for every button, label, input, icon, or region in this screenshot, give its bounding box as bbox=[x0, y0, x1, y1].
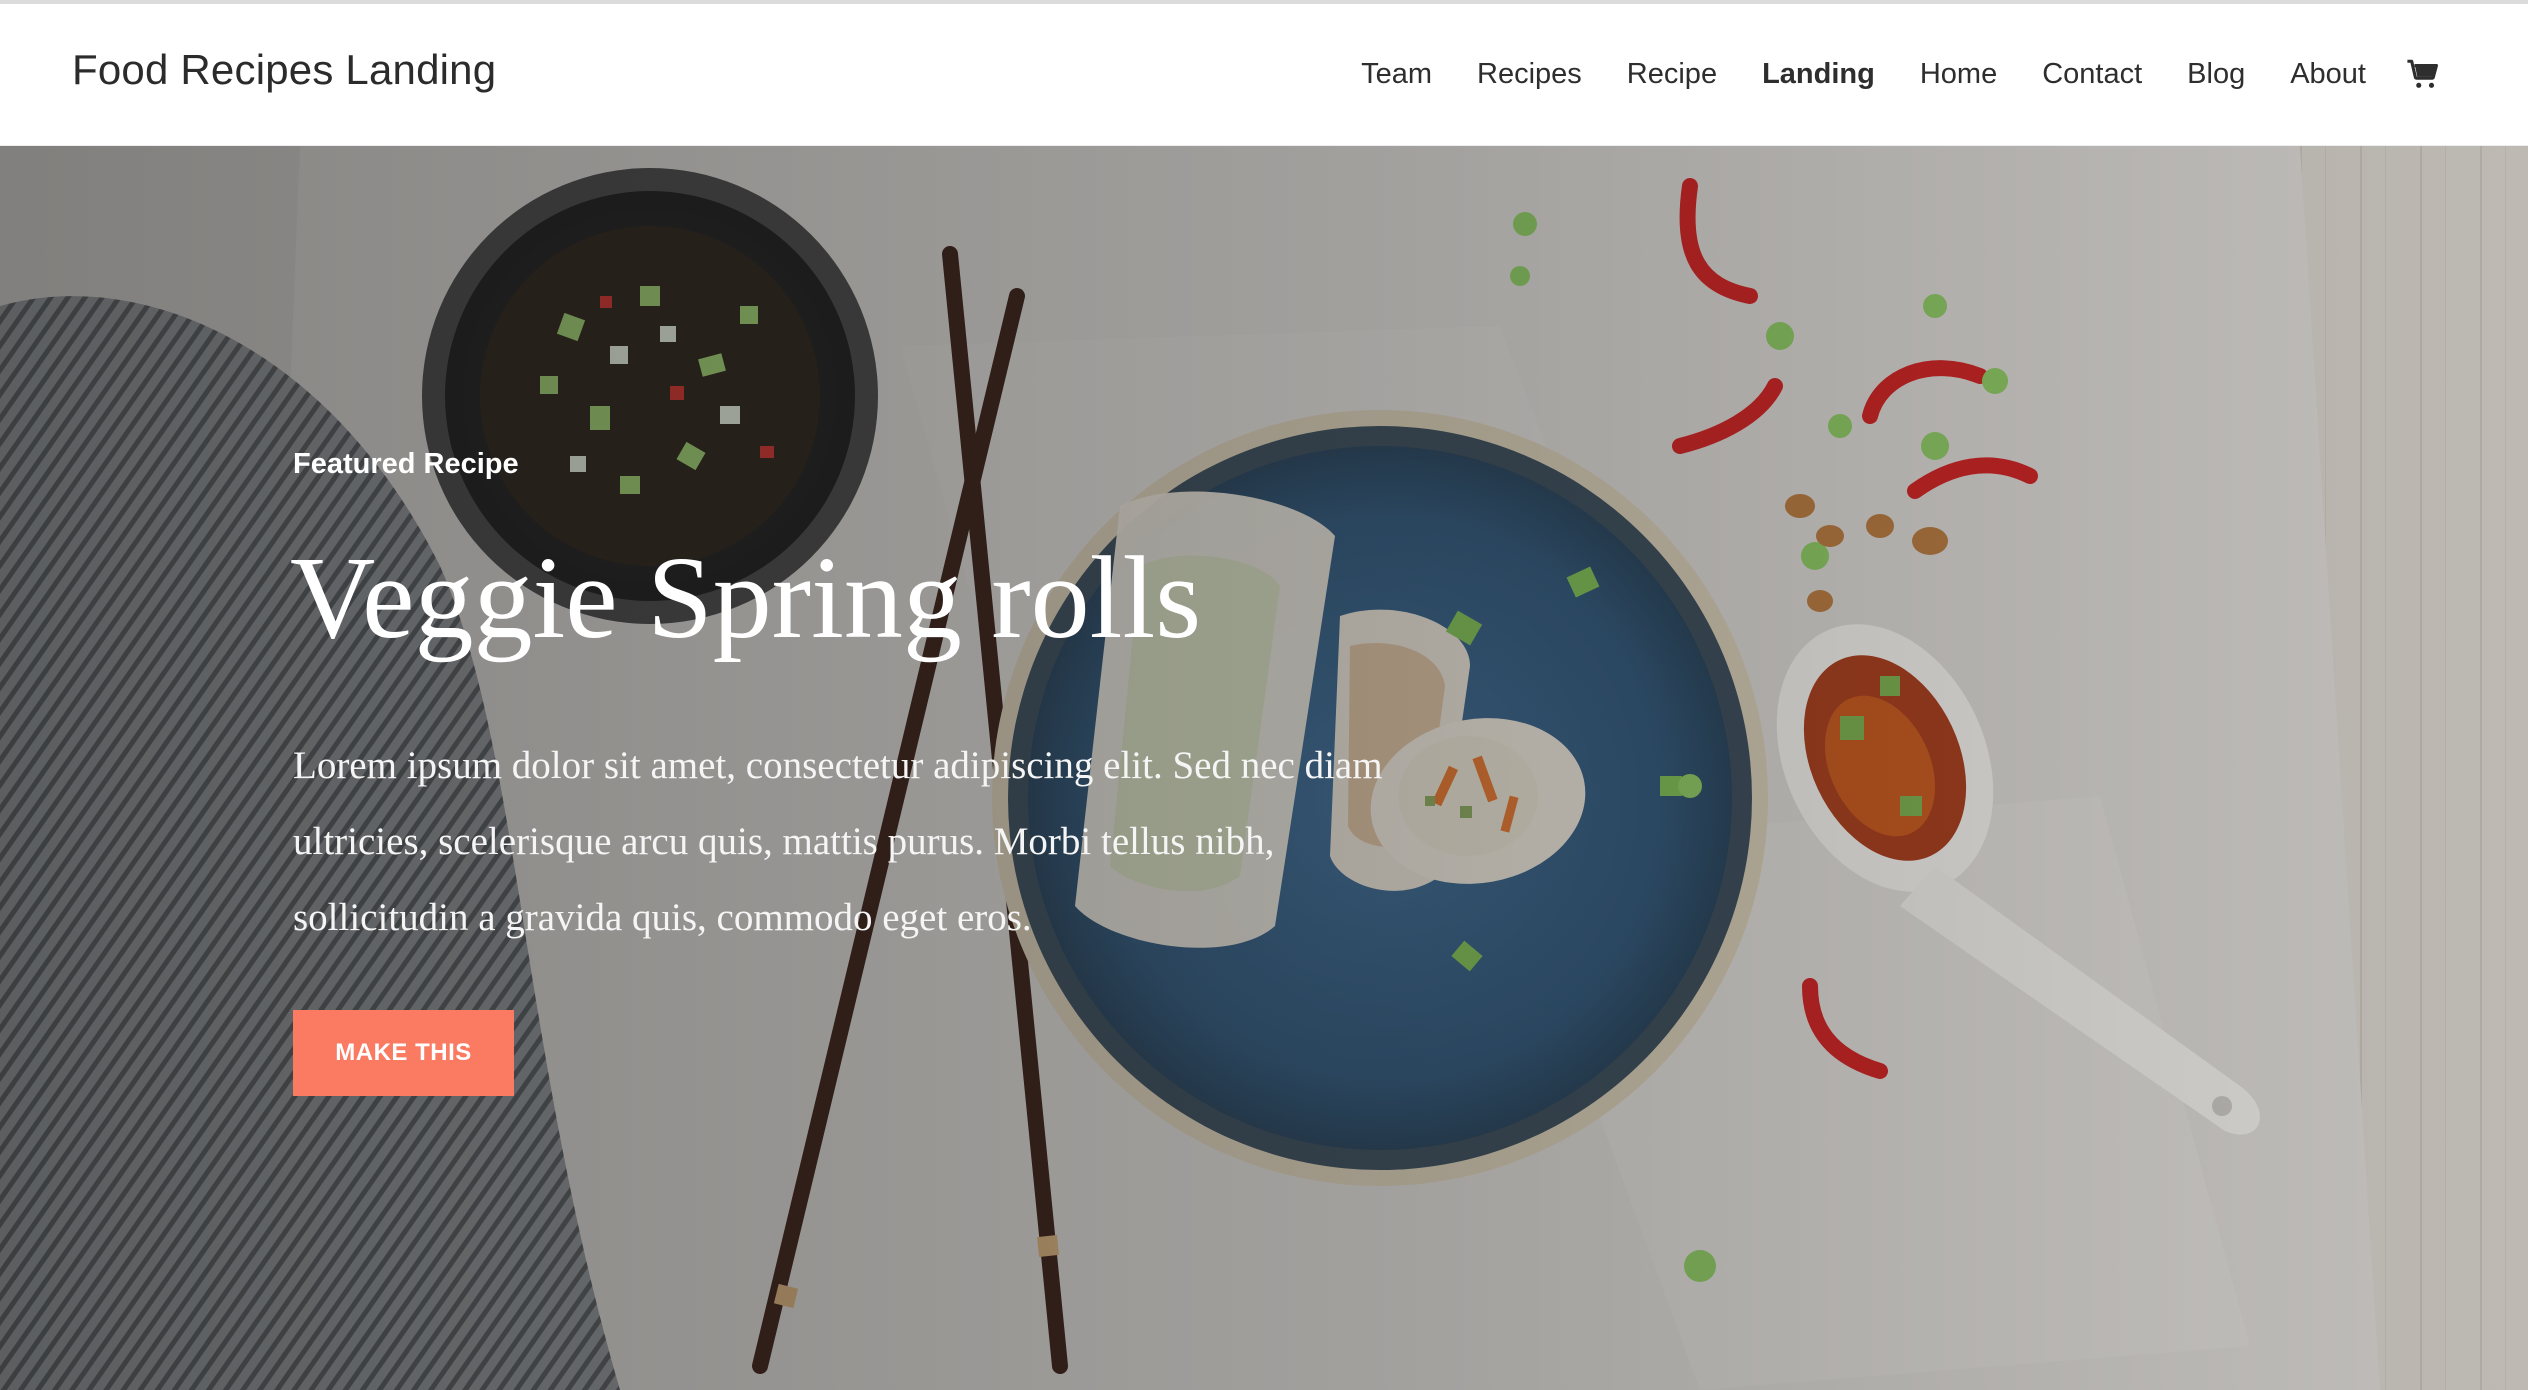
nav-item-blog[interactable]: Blog bbox=[2187, 54, 2245, 94]
hero-section: Featured Recipe Veggie Spring rolls Lore… bbox=[0, 146, 2528, 1390]
nav-item-landing[interactable]: Landing bbox=[1762, 54, 1875, 94]
featured-recipe-label: Featured Recipe bbox=[293, 448, 519, 480]
nav-item-recipe[interactable]: Recipe bbox=[1627, 54, 1717, 94]
make-this-button[interactable]: MAKE THIS bbox=[293, 1010, 514, 1096]
nav-item-recipes[interactable]: Recipes bbox=[1477, 54, 1582, 94]
nav-item-team[interactable]: Team bbox=[1361, 54, 1432, 94]
nav-item-contact[interactable]: Contact bbox=[2042, 54, 2142, 94]
nav-item-about[interactable]: About bbox=[2290, 54, 2366, 94]
nav-item-home[interactable]: Home bbox=[1920, 54, 1997, 94]
hero-title: Veggie Spring rolls bbox=[290, 532, 1202, 663]
site-header: Food Recipes Landing Team Recipes Recipe… bbox=[0, 4, 2528, 146]
hero-description: Lorem ipsum dolor sit amet, consectetur … bbox=[293, 744, 1383, 939]
cart-icon[interactable] bbox=[2406, 57, 2440, 91]
main-nav: Team Recipes Recipe Landing Home Contact… bbox=[1316, 54, 2440, 94]
site-title[interactable]: Food Recipes Landing bbox=[72, 46, 496, 94]
